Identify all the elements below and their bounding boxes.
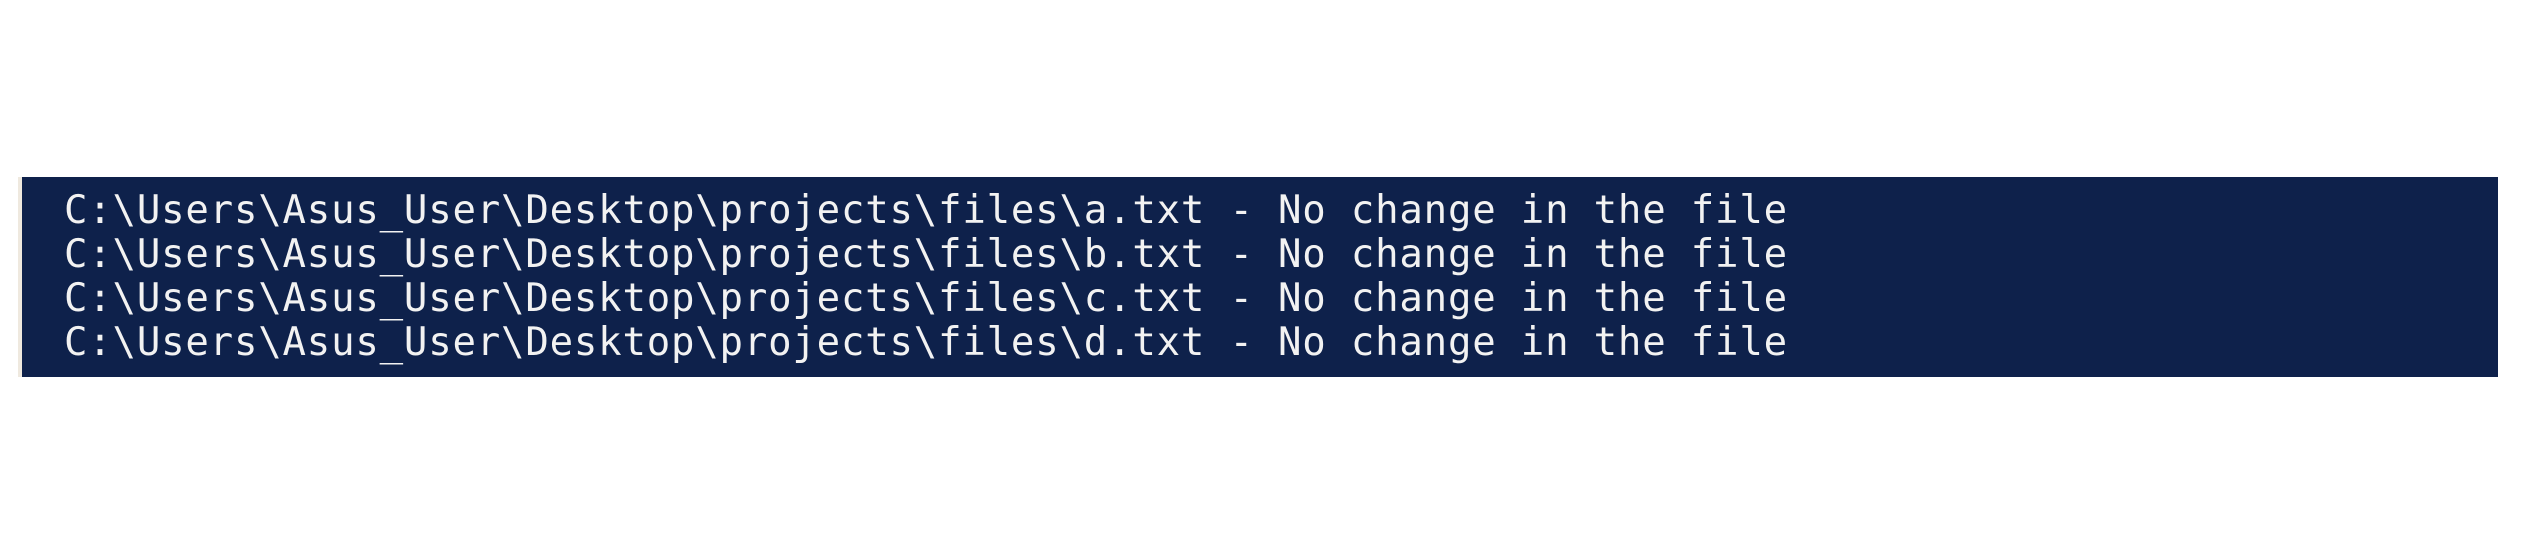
output-line: C:\Users\Asus_User\Desktop\projects\file… (64, 320, 1788, 365)
terminal-output: C:\Users\Asus_User\Desktop\projects\file… (18, 177, 2498, 377)
output-line: C:\Users\Asus_User\Desktop\projects\file… (64, 276, 1788, 321)
output-line: C:\Users\Asus_User\Desktop\projects\file… (64, 188, 1788, 233)
output-line: C:\Users\Asus_User\Desktop\projects\file… (64, 232, 1788, 277)
